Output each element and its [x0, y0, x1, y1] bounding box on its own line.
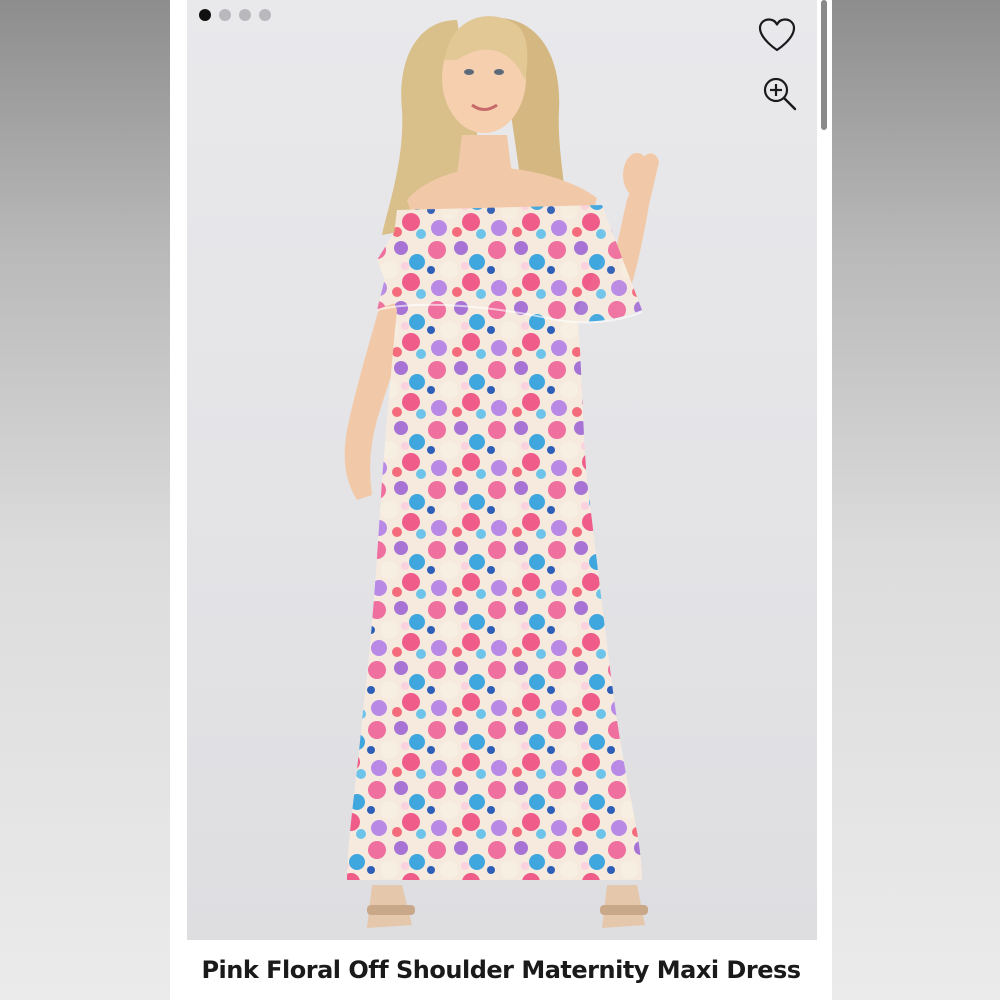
- product-title: Pink Floral Off Shoulder Maternity Maxi …: [201, 956, 801, 984]
- carousel-indicator[interactable]: [199, 9, 271, 21]
- carousel-dot[interactable]: [239, 9, 251, 21]
- carousel-dot[interactable]: [219, 9, 231, 21]
- heart-icon: [758, 18, 796, 52]
- model-photo: [344, 16, 659, 928]
- zoom-button[interactable]: [760, 74, 800, 114]
- favorite-button[interactable]: [754, 12, 800, 58]
- listing-screen: Pink Floral Off Shoulder Maternity Maxi …: [0, 0, 1000, 1000]
- carousel-dot[interactable]: [199, 9, 211, 21]
- product-image[interactable]: [187, 0, 817, 940]
- carousel-dot[interactable]: [259, 9, 271, 21]
- zoom-in-icon: [763, 77, 797, 111]
- scrollbar[interactable]: [821, 0, 827, 130]
